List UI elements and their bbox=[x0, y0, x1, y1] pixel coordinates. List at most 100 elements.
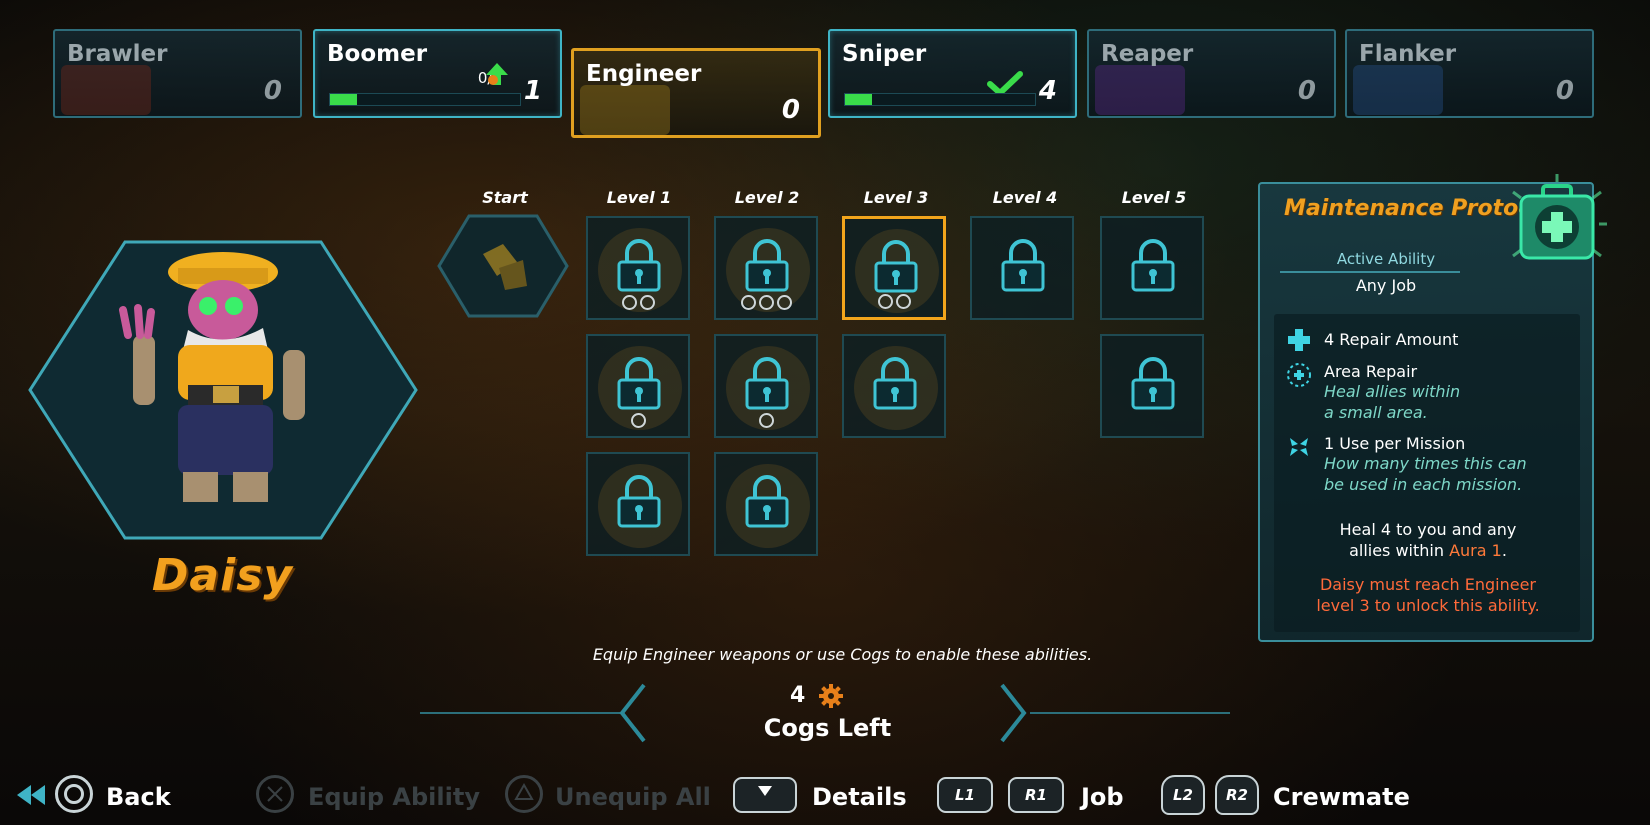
divider bbox=[420, 712, 620, 714]
column-header-level-5: Level 5 bbox=[1121, 188, 1187, 207]
ability-slot-l2-r2[interactable] bbox=[714, 334, 818, 438]
ability-slot-l1-r1[interactable] bbox=[586, 216, 690, 320]
stat-desc-line2: be used in each mission. bbox=[1324, 475, 1523, 494]
l1-button[interactable]: L1 bbox=[937, 777, 993, 813]
cog-cost bbox=[716, 413, 816, 428]
stat-label: 1 Use per Mission bbox=[1324, 434, 1466, 453]
job-level: 0 bbox=[263, 76, 282, 106]
cog-cost bbox=[588, 413, 688, 428]
cog-cost bbox=[845, 294, 943, 309]
divider bbox=[1030, 712, 1230, 714]
column-header-level-1: Level 1 bbox=[606, 188, 672, 207]
lock-icon bbox=[1001, 239, 1045, 292]
job-name: Brawler bbox=[67, 41, 168, 67]
job-name: Flanker bbox=[1359, 41, 1457, 67]
ability-slot-l1-r2[interactable] bbox=[586, 334, 690, 438]
rewind-icon bbox=[17, 785, 45, 805]
job-tab-boomer[interactable]: Boomer 0/2 1 bbox=[313, 29, 562, 118]
job-progress-bar bbox=[844, 93, 1036, 106]
start-ability-slot[interactable] bbox=[437, 214, 569, 318]
l2-button[interactable]: L2 bbox=[1161, 775, 1205, 815]
cog-icon bbox=[819, 684, 843, 708]
cogs-left-label: Cogs Left bbox=[763, 714, 892, 742]
column-header-level-3: Level 3 bbox=[863, 188, 929, 207]
controls-bar: Back Equip Ability Unequip All Details L… bbox=[0, 775, 1650, 825]
back-button[interactable]: Back bbox=[106, 783, 171, 811]
cog-cost bbox=[716, 295, 816, 310]
lock-icon bbox=[1131, 239, 1175, 292]
unequip-all-button[interactable]: Unequip All bbox=[555, 783, 711, 811]
job-switch-label: Job bbox=[1081, 783, 1124, 811]
ability-slot-l2-r1[interactable] bbox=[714, 216, 818, 320]
lock-icon bbox=[617, 239, 661, 292]
column-header-level-4: Level 4 bbox=[992, 188, 1058, 207]
r1-button[interactable]: R1 bbox=[1008, 777, 1064, 813]
lock-icon bbox=[1131, 357, 1175, 410]
cross-icon bbox=[267, 786, 283, 802]
effect-line1: Heal 4 to you and any bbox=[1339, 520, 1517, 539]
job-tab-reaper[interactable]: Reaper 0 bbox=[1087, 29, 1336, 118]
r2-button[interactable]: R2 bbox=[1215, 775, 1259, 815]
lock-icon bbox=[617, 475, 661, 528]
brawler-icon bbox=[61, 65, 151, 115]
reaper-icon bbox=[1095, 65, 1185, 115]
lock-icon bbox=[873, 357, 917, 410]
stat-area-repair: Area Repair Heal allies within a small a… bbox=[1324, 362, 1460, 423]
ability-slot-l3-r1[interactable] bbox=[842, 216, 946, 320]
ability-slot-l2-r3[interactable] bbox=[714, 452, 818, 556]
divider bbox=[1280, 271, 1460, 273]
ability-slot-l3-r2[interactable] bbox=[842, 334, 946, 438]
job-level: 0 bbox=[1555, 76, 1574, 106]
cogs-count: 4 bbox=[790, 683, 806, 708]
ability-slot-l5-r2[interactable] bbox=[1100, 334, 1204, 438]
ability-effect-text: Heal 4 to you and any allies within Aura… bbox=[1260, 519, 1596, 561]
job-tab-brawler[interactable]: Brawler 0 bbox=[53, 29, 302, 118]
ability-slot-l5-r1[interactable] bbox=[1100, 216, 1204, 320]
lock-icon bbox=[745, 357, 789, 410]
job-level: 0 bbox=[1297, 76, 1316, 106]
stat-label: Area Repair bbox=[1324, 362, 1418, 381]
stat-desc-line2: a small area. bbox=[1324, 403, 1428, 422]
lock-icon bbox=[745, 475, 789, 528]
requirement-line2: level 3 to unlock this ability. bbox=[1316, 596, 1540, 615]
chevron-right-icon[interactable] bbox=[998, 682, 1028, 744]
stat-repair-amount: 4 Repair Amount bbox=[1324, 330, 1459, 349]
engineer-icon bbox=[580, 85, 670, 135]
equip-ability-button[interactable]: Equip Ability bbox=[308, 783, 480, 811]
ability-slot-l1-r3[interactable] bbox=[586, 452, 690, 556]
hint-text: Equip Engineer weapons or use Cogs to en… bbox=[592, 645, 1093, 664]
column-header-level-2: Level 2 bbox=[734, 188, 800, 207]
cog-cost bbox=[588, 295, 688, 310]
job-tab-engineer[interactable]: Engineer 0 bbox=[571, 48, 821, 138]
job-tab-sniper[interactable]: Sniper 4 bbox=[828, 29, 1077, 118]
stat-uses-per-mission: 1 Use per Mission How many times this ca… bbox=[1324, 434, 1527, 495]
uses-icon bbox=[1290, 438, 1308, 456]
circle-button-inner bbox=[64, 784, 84, 804]
job-name: Engineer bbox=[586, 61, 702, 87]
flanker-icon bbox=[1353, 65, 1443, 115]
job-name: Sniper bbox=[842, 41, 927, 67]
requirement-line1: Daisy must reach Engineer bbox=[1319, 575, 1537, 594]
stat-desc-line1: How many times this can bbox=[1324, 454, 1527, 473]
plus-icon bbox=[1288, 329, 1310, 351]
unlock-requirement: Daisy must reach Engineer level 3 to unl… bbox=[1260, 574, 1596, 616]
character-portrait bbox=[28, 240, 418, 544]
medkit-icon bbox=[1512, 174, 1607, 260]
job-tab-flanker[interactable]: Flanker 0 bbox=[1345, 29, 1594, 118]
character-name: Daisy bbox=[151, 550, 294, 601]
column-header-start: Start bbox=[482, 188, 528, 207]
chevron-left-icon[interactable] bbox=[618, 682, 648, 744]
job-name: Boomer bbox=[327, 41, 428, 67]
lock-icon bbox=[617, 357, 661, 410]
job-name: Reaper bbox=[1101, 41, 1194, 67]
job-level: 0 bbox=[781, 95, 800, 125]
triangle-icon bbox=[514, 783, 534, 800]
details-button[interactable]: Details bbox=[812, 783, 907, 811]
area-repair-icon bbox=[1287, 363, 1311, 387]
lock-icon bbox=[874, 240, 918, 293]
job-progress-bar bbox=[329, 93, 521, 106]
level-up-arrow-icon bbox=[486, 63, 508, 85]
ability-slot-l4-r1[interactable] bbox=[970, 216, 1074, 320]
ability-job: Any Job bbox=[1355, 276, 1417, 295]
effect-line2: allies within Aura 1. bbox=[1349, 541, 1507, 560]
